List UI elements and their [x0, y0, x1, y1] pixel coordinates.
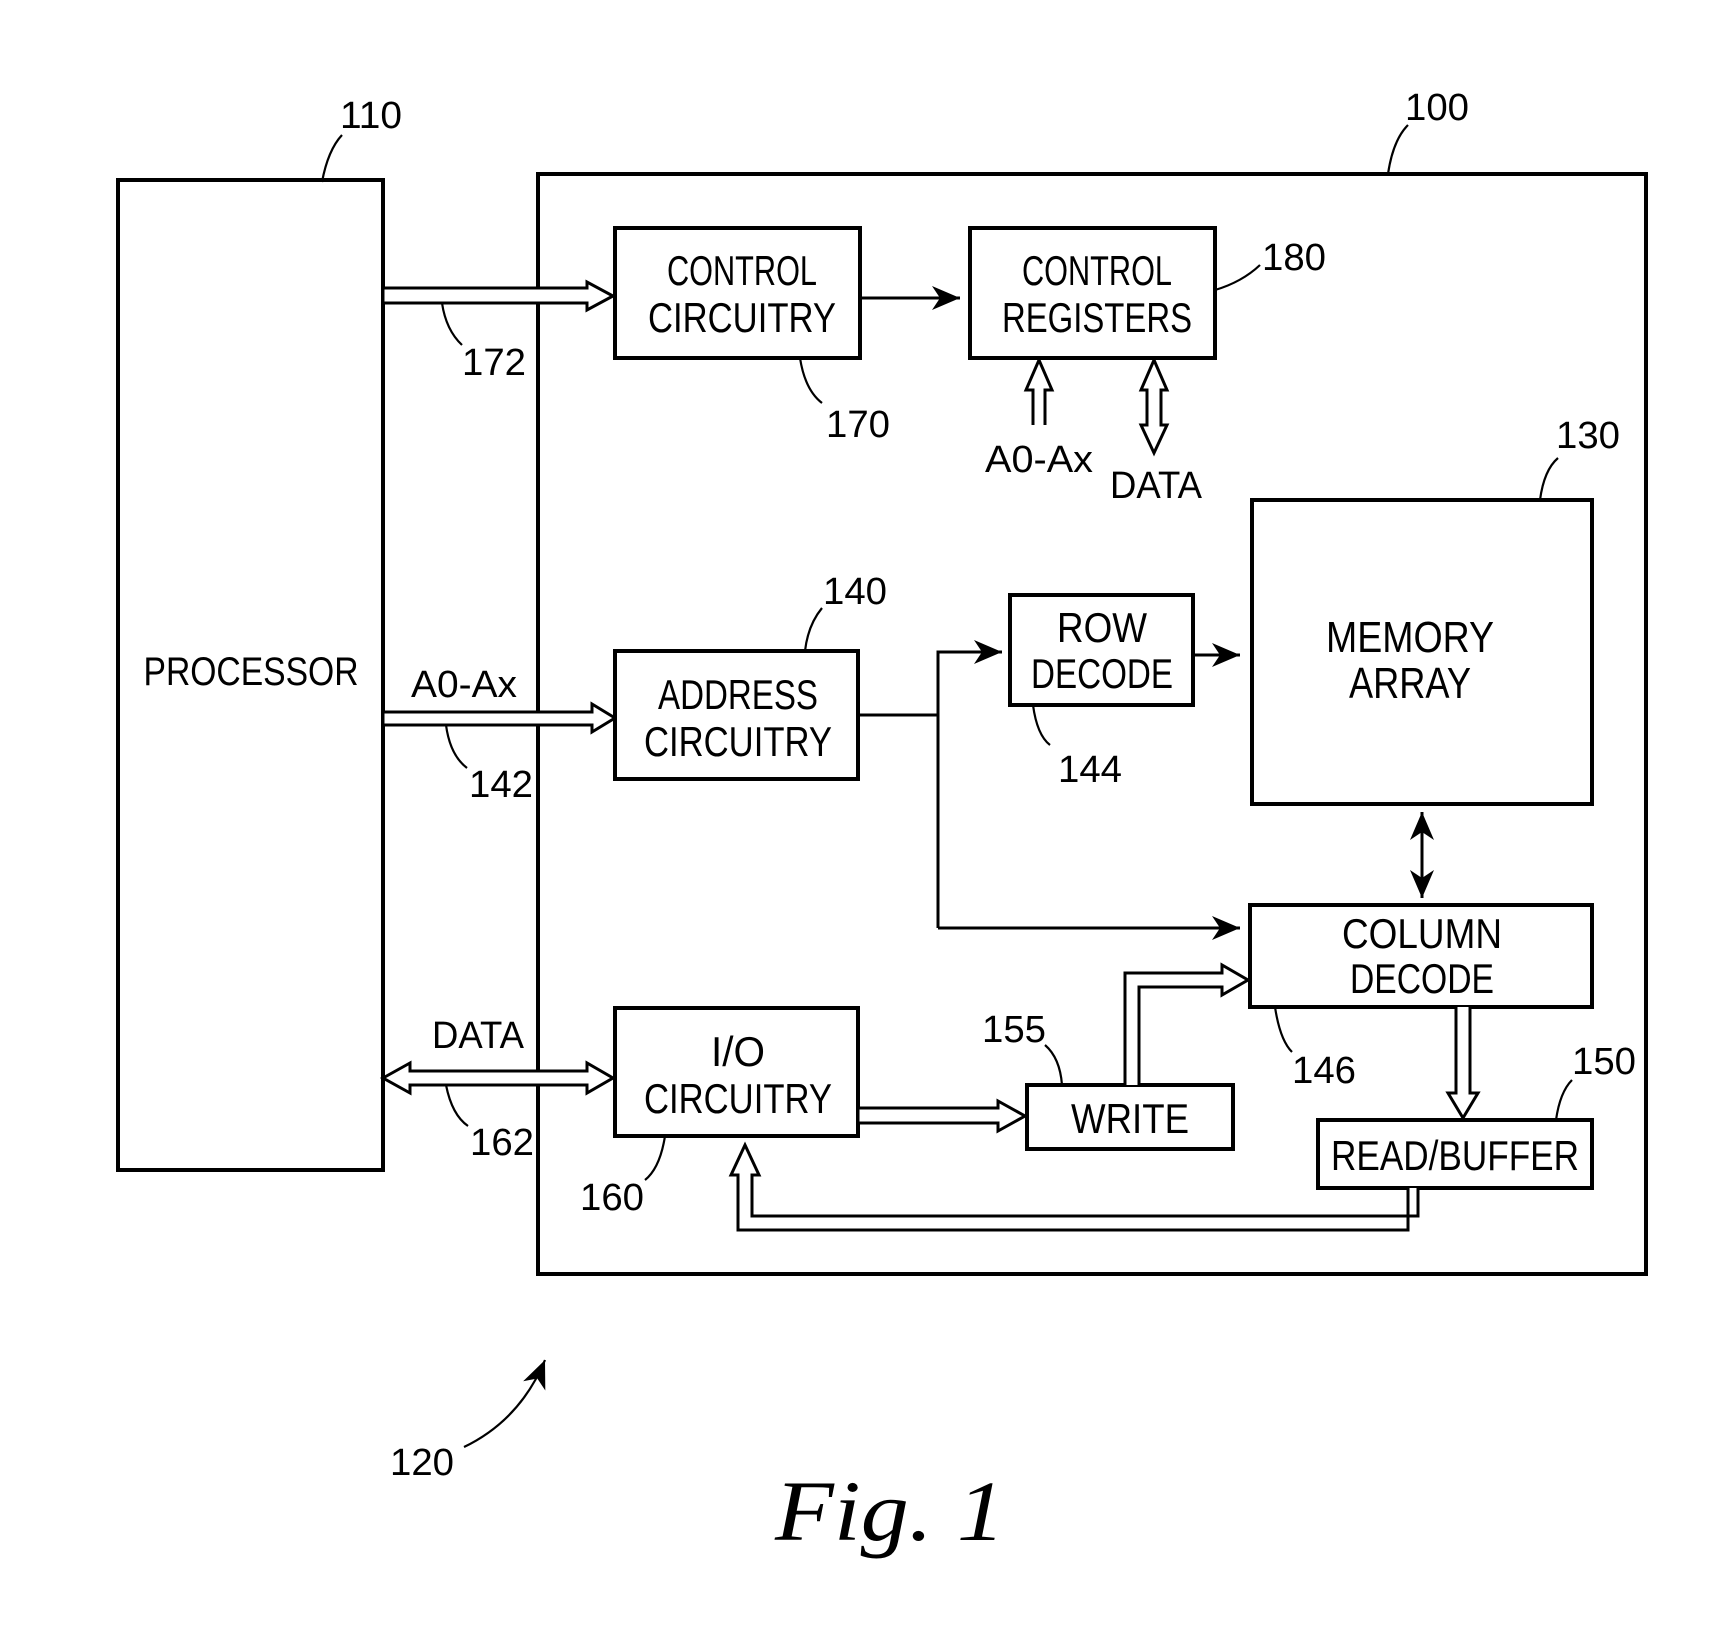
address-circuitry-block: ADDRESS CIRCUITRY — [613, 649, 860, 781]
address-circuitry-line2: CIRCUITRY — [644, 718, 832, 765]
io-circuitry-ref: 160 — [580, 1177, 644, 1219]
read-buffer-ref: 150 — [1572, 1041, 1636, 1083]
memory-device-ref: 100 — [1405, 87, 1469, 129]
processor-label: PROCESSOR — [144, 650, 359, 694]
processor-ref-leader — [320, 134, 343, 183]
column-decode-line2: DECODE — [1350, 955, 1494, 1002]
register-data-label: DATA — [1110, 465, 1203, 507]
register-address-arrow — [1023, 356, 1055, 425]
write-to-column-bus — [1123, 962, 1252, 1085]
read-buffer-label: READ/BUFFER — [1331, 1132, 1579, 1179]
read-to-io-bus — [728, 1141, 1420, 1232]
control-circuitry-ref: 170 — [826, 404, 890, 446]
io-circuitry-block: I/O CIRCUITRY — [613, 1006, 860, 1138]
column-decode-block: COLUMN DECODE — [1248, 903, 1594, 1009]
row-decode-block: ROW DECODE — [1008, 593, 1195, 707]
data-bus-label: DATA — [432, 1015, 525, 1057]
address-bus — [381, 701, 618, 735]
data-bus-ref: 162 — [470, 1122, 534, 1164]
control-registers-line2: REGISTERS — [1002, 294, 1192, 341]
memory-array-ref: 130 — [1556, 415, 1620, 457]
control-circuitry-line1: CONTROL — [667, 247, 817, 294]
column-to-read-arrow — [1445, 1007, 1481, 1121]
register-data-arrow — [1138, 356, 1170, 457]
io-to-write-bus — [856, 1098, 1029, 1134]
memory-device-ref-leader — [1386, 124, 1409, 175]
processor-block: PROCESSOR — [116, 178, 385, 1172]
control-circuitry-block: CONTROL CIRCUITRY — [613, 226, 862, 360]
register-address-label: A0-Ax — [985, 439, 1093, 481]
row-decode-ref: 144 — [1058, 749, 1122, 791]
data-bus — [379, 1060, 617, 1096]
write-label: WRITE — [1071, 1095, 1189, 1142]
memory-array-line1: MEMORY — [1326, 613, 1494, 662]
control-registers-line1: CONTROL — [1022, 247, 1172, 294]
write-ref: 155 — [982, 1009, 1046, 1051]
column-decode-line1: COLUMN — [1342, 910, 1502, 957]
control-bus-ref: 172 — [462, 342, 526, 384]
system-ref: 120 — [390, 1442, 454, 1484]
address-bus-label: A0-Ax — [411, 664, 517, 706]
address-bus-ref: 142 — [469, 764, 533, 806]
row-decode-line2: DECODE — [1031, 650, 1173, 697]
system-ref-arrow — [463, 1359, 547, 1448]
control-registers-block: CONTROL REGISTERS — [968, 226, 1217, 360]
io-circuitry-line2: CIRCUITRY — [644, 1075, 832, 1122]
control-registers-ref: 180 — [1262, 237, 1326, 279]
memory-array-block: MEMORY ARRAY — [1250, 498, 1594, 806]
address-circuitry-ref: 140 — [823, 571, 887, 613]
control-bus — [381, 279, 617, 313]
row-decode-line1: ROW — [1057, 604, 1147, 651]
control-circuitry-line2: CIRCUITRY — [648, 294, 836, 341]
memory-array-line2: ARRAY — [1349, 659, 1471, 708]
read-buffer-block: READ/BUFFER — [1316, 1118, 1594, 1190]
io-circuitry-line1: I/O — [711, 1028, 765, 1075]
column-decode-ref: 146 — [1292, 1050, 1356, 1092]
write-block: WRITE — [1025, 1083, 1235, 1151]
block-diagram: PROCESSOR 110 100 172 CONTROL CIRCUITRY … — [116, 87, 1648, 1559]
processor-ref: 110 — [340, 95, 402, 137]
address-circuitry-line1: ADDRESS — [658, 671, 818, 718]
figure-caption: Fig. 1 — [774, 1463, 1005, 1559]
